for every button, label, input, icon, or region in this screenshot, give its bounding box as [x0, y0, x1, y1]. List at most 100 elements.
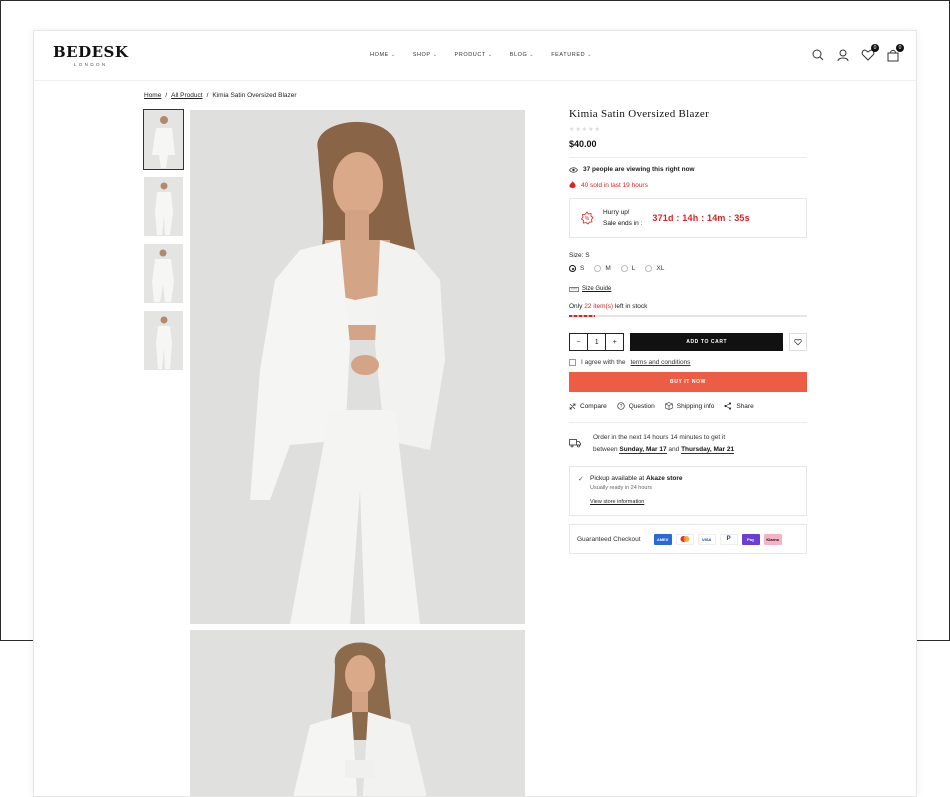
sold-notice: 40 sold in last 19 hours: [569, 181, 807, 189]
check-icon: ✓: [578, 476, 584, 483]
terms-checkbox[interactable]: [569, 359, 576, 366]
divider: [569, 157, 807, 158]
chevron-down-icon: ⌄: [432, 52, 438, 58]
logo-text: BEDESK: [53, 43, 129, 61]
product-thumbnail[interactable]: [143, 109, 184, 170]
wishlist-count-badge: 0: [871, 44, 879, 52]
question-button[interactable]: ? Question: [617, 402, 655, 410]
size-guide-text: Size Guide: [582, 286, 612, 292]
compare-button[interactable]: Compare: [569, 402, 607, 410]
nav-blog[interactable]: BLOG ⌄: [510, 52, 534, 58]
radio: [594, 265, 602, 272]
cart-icon[interactable]: 0: [886, 44, 904, 62]
quantity-increase-button[interactable]: +: [606, 334, 623, 350]
chevron-down-icon: ⌄: [529, 52, 535, 58]
viewers-notice: 37 people are viewing this right now: [569, 166, 807, 173]
amex-icon: AMEX: [653, 533, 672, 545]
size-option-l[interactable]: L: [620, 265, 635, 272]
heart-icon: [794, 338, 802, 346]
product-main-image[interactable]: [190, 110, 525, 624]
nav-featured[interactable]: FEATURED ⌄: [551, 52, 592, 58]
size-option-s[interactable]: S: [569, 265, 584, 272]
delivery-between: between: [593, 446, 618, 453]
delivery-date-start: Sunday, Mar 17: [619, 446, 667, 454]
pickup-prefix: Pickup available at: [590, 475, 645, 482]
ruler-icon: [569, 286, 579, 292]
rating-stars[interactable]: ★★★★★: [569, 126, 807, 133]
compare-icon: [569, 403, 576, 409]
stock-suffix: left in stock: [614, 303, 648, 310]
size-option-label: M: [605, 265, 611, 272]
header-icons: 0 0: [811, 44, 904, 62]
radio: [645, 265, 653, 272]
shipping-info-label: Shipping info: [676, 402, 715, 410]
size-option-label: XL: [656, 265, 665, 272]
quantity-decrease-button[interactable]: −: [570, 334, 587, 350]
question-label: Question: [628, 402, 655, 410]
breadcrumb-home[interactable]: Home: [144, 92, 161, 99]
product-info: Kimia Satin Oversized Blazer ★★★★★ $40.0…: [569, 108, 807, 554]
breadcrumb-all-product[interactable]: All Product: [171, 92, 202, 99]
size-option-xl[interactable]: XL: [645, 265, 664, 272]
nav-home[interactable]: HOME ⌄: [370, 52, 396, 58]
delivery-line2: between Sunday, Mar 17 and Thursday, Mar…: [593, 444, 735, 456]
account-icon[interactable]: [836, 48, 850, 62]
chevron-down-icon: ⌄: [587, 52, 593, 58]
nav-shop[interactable]: SHOP ⌄: [413, 52, 438, 58]
main-nav: HOME ⌄ SHOP ⌄ PRODUCT ⌄ BLOG ⌄ FEATURED ⌄: [370, 52, 592, 58]
shop-pay-icon: Pay: [741, 533, 760, 545]
add-to-cart-row: − 1 + ADD TO CART: [569, 333, 807, 351]
box-icon: [664, 402, 673, 410]
sold-text: 40 sold in last 19 hours: [581, 181, 648, 189]
size-option-m[interactable]: M: [594, 265, 611, 272]
pickup-line: Pickup available at Akaze store: [590, 475, 798, 482]
breadcrumb-current: Kimia Satin Oversized Blazer: [212, 92, 297, 99]
countdown-timer: 371d : 14h : 14m : 35s: [652, 213, 750, 223]
fire-icon: [569, 181, 576, 188]
shipping-info-button[interactable]: Shipping info: [664, 402, 715, 410]
product-secondary-image[interactable]: [190, 630, 525, 796]
product-thumbnail[interactable]: [144, 311, 183, 370]
terms-link[interactable]: terms and conditions: [630, 359, 690, 366]
delivery-date-end: Thursday, Mar 21: [681, 446, 735, 454]
quantity-stepper: − 1 +: [569, 333, 625, 351]
add-to-cart-button[interactable]: ADD TO CART: [630, 333, 784, 351]
product-title: Kimia Satin Oversized Blazer: [569, 108, 710, 120]
view-store-info-link[interactable]: View store information: [590, 499, 798, 505]
stock-prefix: Only: [569, 303, 583, 310]
sale-ends-text: Sale ends in :: [603, 220, 643, 227]
breadcrumb-separator: /: [206, 92, 209, 99]
product-thumbnail[interactable]: [144, 244, 183, 303]
mastercard-icon: [675, 533, 694, 545]
product-thumbnail[interactable]: [144, 177, 183, 236]
product-page: BEDESK LONDON HOME ⌄ SHOP ⌄ PRODUCT ⌄ BLOG ⌄…: [33, 30, 917, 797]
guaranteed-checkout: Guaranteed Checkout AMEX VISA P Pay Klar…: [569, 524, 807, 554]
nav-product[interactable]: PRODUCT ⌄: [455, 52, 493, 58]
search-icon[interactable]: [811, 48, 825, 62]
svg-text:?: ?: [619, 404, 622, 410]
cart-count-badge: 0: [896, 44, 904, 52]
wishlist-icon[interactable]: 0: [861, 44, 879, 62]
share-button[interactable]: Share: [724, 402, 754, 410]
stock-notice: Only 22 item(s) left in stock: [569, 303, 807, 310]
size-options: S M L XL: [569, 265, 807, 272]
hurry-text: Hurry up!: [603, 209, 630, 216]
terms-prefix: I agree with the: [581, 359, 626, 366]
breadcrumb-separator: /: [165, 92, 168, 99]
radio-checked: [569, 265, 576, 272]
truck-icon: [569, 439, 581, 448]
sale-countdown: % Hurry up! Sale ends in : 371d : 14h : …: [569, 198, 807, 238]
logo[interactable]: BEDESK LONDON: [53, 44, 128, 67]
nav-featured-label: FEATURED: [551, 52, 586, 58]
share-icon: [724, 402, 732, 410]
breadcrumb: Home / All Product / Kimia Satin Oversiz…: [144, 92, 297, 99]
quantity-input[interactable]: 1: [587, 334, 607, 350]
add-to-wishlist-button[interactable]: [789, 333, 807, 351]
compare-label: Compare: [580, 402, 607, 410]
size-guide-link[interactable]: Size Guide: [569, 286, 807, 292]
thumbnail-list: [143, 109, 184, 378]
viewers-text: 37 people are viewing this right now: [583, 166, 695, 173]
buy-now-button[interactable]: BUY IT NOW: [569, 372, 807, 392]
nav-home-label: HOME: [370, 52, 389, 58]
nav-product-label: PRODUCT: [454, 52, 486, 58]
